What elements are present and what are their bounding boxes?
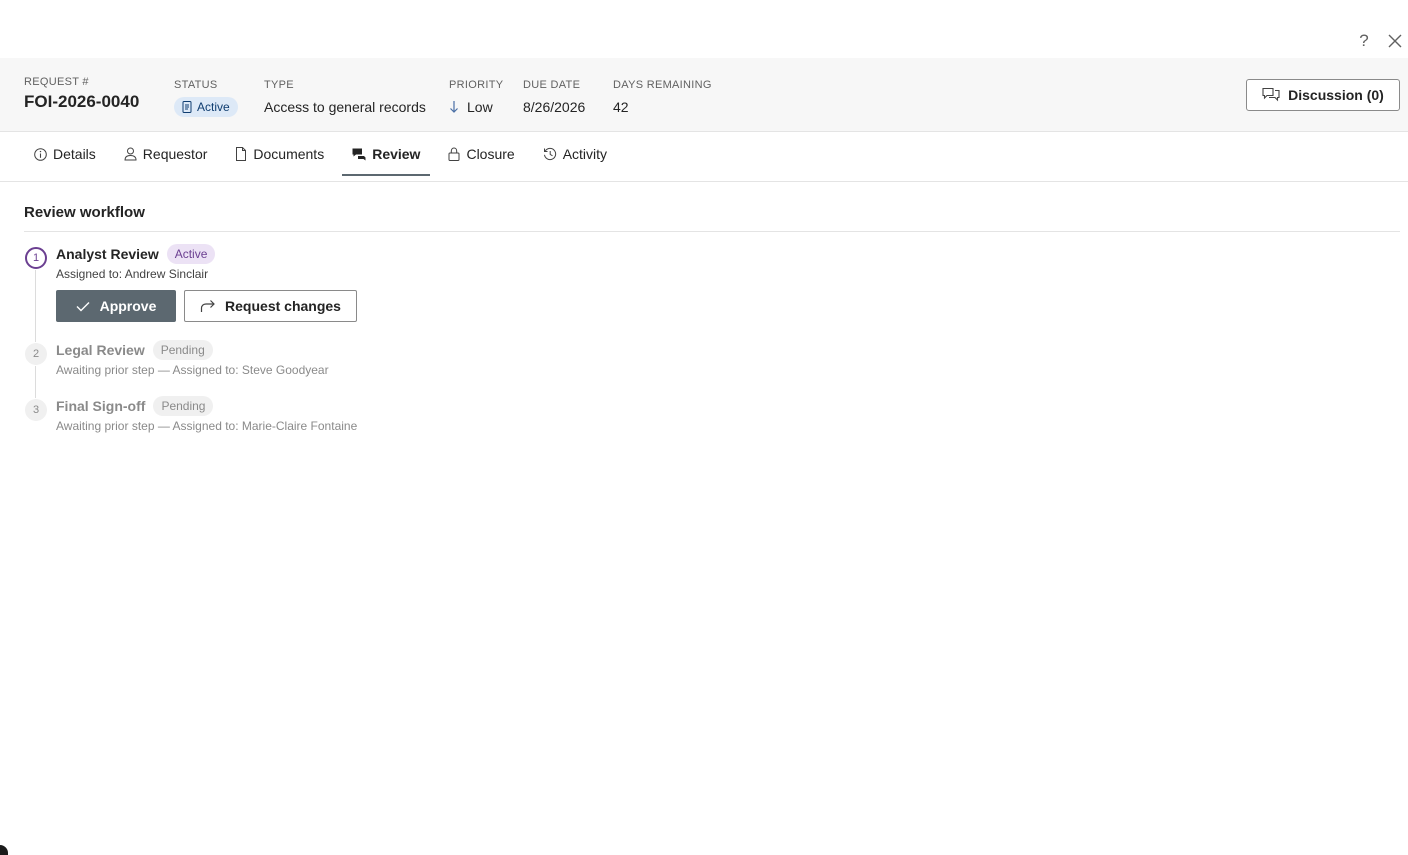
request-number-value: FOI-2026-0040 [24, 92, 140, 111]
step-3-number: 3 [25, 399, 47, 421]
tab-review-label: Review [372, 146, 421, 162]
due-date-value: 8/26/2026 [523, 99, 586, 115]
priority-value: Low [467, 99, 493, 115]
tab-documents-label: Documents [253, 146, 325, 162]
history-icon [543, 147, 556, 161]
step-1-assignee: Assigned to: Andrew Sinclair [56, 267, 209, 281]
arrow-down-icon [450, 101, 458, 113]
step-2-status-badge: Pending [152, 340, 213, 360]
step-2-header: Legal Review Pending [56, 340, 213, 360]
discussion-button-label: Discussion (0) [1288, 87, 1384, 103]
tab-closure[interactable]: Closure [438, 132, 524, 176]
tab-requestor-label: Requestor [142, 146, 208, 162]
tab-closure-label: Closure [466, 146, 515, 162]
step-3-assignee: Awaiting prior step — Assigned to: Marie… [56, 419, 358, 433]
tab-activity[interactable]: Activity [533, 132, 617, 176]
step-2-name: Legal Review [56, 342, 145, 358]
tab-requestor[interactable]: Requestor [114, 132, 218, 176]
step-1-header: Analyst Review Active [56, 244, 216, 264]
tab-documents[interactable]: Documents [225, 132, 334, 176]
step-2-number: 2 [25, 343, 47, 365]
days-remaining-label: DAYS REMAINING [613, 79, 712, 91]
request-changes-button[interactable]: Request changes [184, 290, 357, 322]
help-button[interactable]: ? [1354, 31, 1374, 51]
document-icon [236, 147, 247, 161]
priority-field: PRIORITY Low [449, 78, 503, 119]
lock-icon [448, 147, 460, 161]
tab-bar: Details Requestor Documents Review Closu… [24, 132, 625, 182]
tabs-divider [0, 181, 1408, 182]
redo-arrow-icon [200, 300, 215, 312]
status-badge: Active [174, 97, 238, 117]
due-date-field: DUE DATE 8/26/2026 [523, 78, 585, 117]
step-1-status-badge: Active [166, 244, 216, 264]
info-icon [34, 147, 47, 161]
review-icon [352, 148, 366, 160]
person-icon [124, 147, 137, 161]
tab-details-label: Details [53, 146, 96, 162]
type-field: TYPE Access to general records [264, 78, 426, 117]
step-connector [35, 366, 36, 398]
step-connector [35, 270, 36, 342]
discussion-button[interactable]: Discussion (0) [1246, 79, 1400, 111]
chat-icon [1262, 87, 1280, 102]
approve-button[interactable]: Approve [56, 290, 176, 322]
status-label: STATUS [174, 79, 218, 91]
step-2-assignee: Awaiting prior step — Assigned to: Steve… [56, 363, 329, 377]
request-changes-button-label: Request changes [225, 298, 341, 314]
approve-button-label: Approve [99, 298, 157, 314]
request-number-label: REQUEST # [24, 76, 89, 88]
status-field: STATUS Active [174, 78, 238, 118]
close-icon [1388, 34, 1402, 48]
step-1-name: Analyst Review [56, 246, 159, 262]
checkmark-icon [76, 301, 90, 311]
close-button[interactable] [1385, 31, 1405, 51]
due-date-label: DUE DATE [523, 79, 581, 91]
type-label: TYPE [264, 79, 294, 91]
days-remaining-field: DAYS REMAINING 42 [613, 78, 712, 117]
request-number-field: REQUEST # FOI-2026-0040 [24, 75, 139, 114]
dialog-top-bar: ? [0, 0, 1408, 58]
step-1-number: 1 [25, 247, 47, 269]
tab-review[interactable]: Review [342, 132, 431, 176]
priority-value-row: Low [449, 97, 493, 117]
review-workflow-title: Review workflow [24, 204, 145, 221]
window-corner [0, 845, 8, 855]
type-value: Access to general records [264, 99, 426, 115]
step-3-name: Final Sign-off [56, 398, 146, 414]
document-icon [182, 101, 192, 113]
step-3-header: Final Sign-off Pending [56, 396, 214, 416]
priority-label: PRIORITY [449, 79, 504, 91]
request-summary-header: REQUEST # FOI-2026-0040 STATUS Active TY… [0, 58, 1408, 132]
tab-details[interactable]: Details [24, 132, 106, 176]
step-3-status-badge: Pending [153, 396, 214, 416]
status-value: Active [197, 100, 230, 114]
section-divider [24, 231, 1400, 232]
tab-activity-label: Activity [562, 146, 608, 162]
days-remaining-value: 42 [613, 99, 629, 115]
